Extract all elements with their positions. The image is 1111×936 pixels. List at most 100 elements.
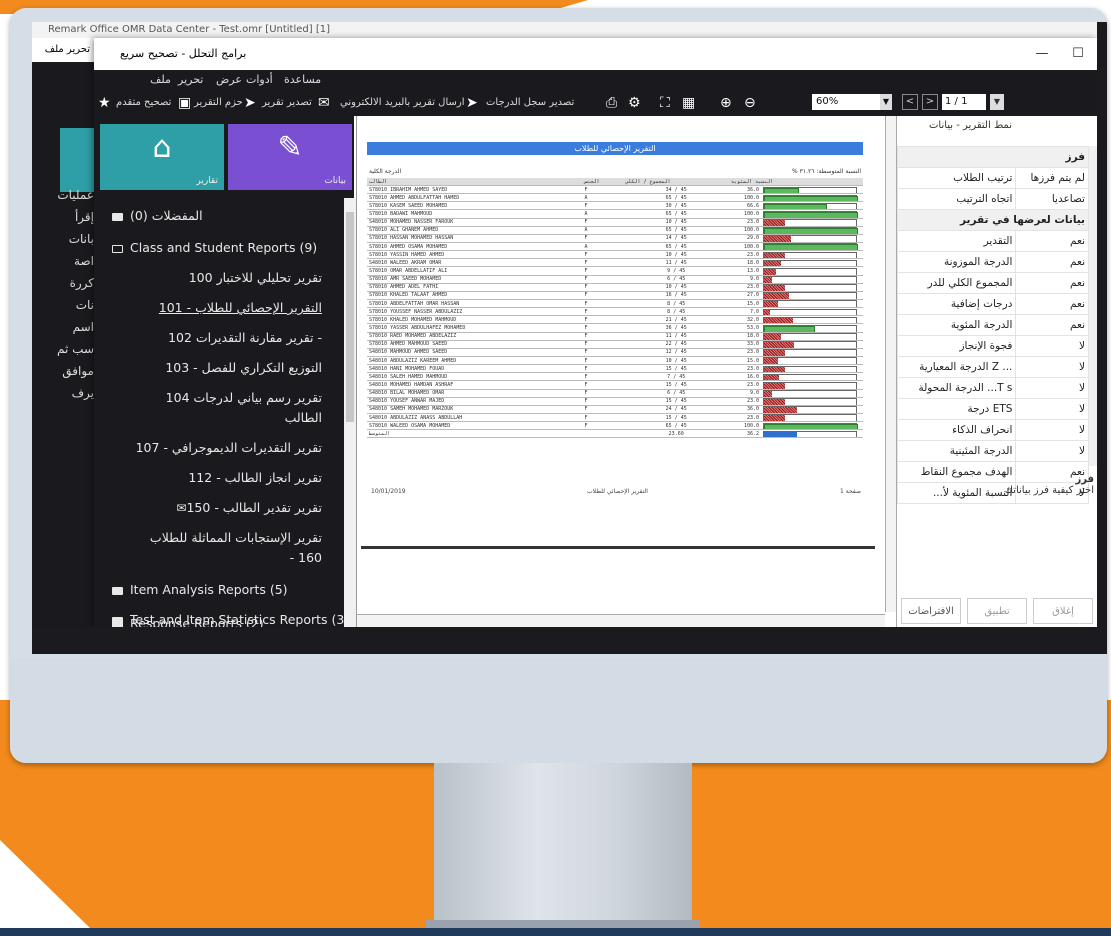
- student-percent: 100.0: [729, 226, 863, 235]
- student-gender: F: [582, 218, 624, 227]
- property-row[interactable]: ترتيب الطلاب لم يتم فرزها: [896, 167, 1089, 189]
- property-value[interactable]: لم يتم فرزها: [1015, 167, 1089, 189]
- property-value[interactable]: لا: [1015, 419, 1089, 441]
- report-pack-button[interactable]: حزم التقرير: [194, 90, 243, 116]
- tree-report[interactable]: تقرير انجاز الطالب - 112: [188, 470, 322, 485]
- pack-icon[interactable]: ▣: [178, 90, 191, 116]
- prev-page-button[interactable]: <: [902, 94, 918, 110]
- tree-report[interactable]: تقرير تحليلي للاختبار 100: [189, 270, 322, 285]
- student-percent: 23.0: [729, 348, 863, 357]
- tree-report[interactable]: تقرير رسم بياني لدرجات 104: [166, 390, 322, 405]
- tree-response-reports[interactable]: Response Reports (2): [112, 616, 264, 627]
- close-button[interactable]: إغلاق: [1033, 598, 1093, 624]
- tree-report[interactable]: تقرير التقديرات الديموجرافي - 107: [136, 440, 322, 455]
- tree-label: المفضلات (0): [130, 208, 203, 223]
- property-value[interactable]: لا: [1015, 377, 1089, 399]
- chevron-down-icon[interactable]: ▼: [990, 94, 1004, 110]
- property-description: فرز اختر كيفية فرز بياناتك: [897, 474, 1097, 496]
- tree-item-analysis[interactable]: Item Analysis Reports (5): [112, 582, 288, 597]
- maximize-button[interactable]: ☐: [1060, 38, 1096, 70]
- zoom-out-icon[interactable]: ⊖: [744, 90, 756, 116]
- email-report-button[interactable]: ارسال تقرير بالبريد الالكتروني: [340, 90, 464, 116]
- menu-help[interactable]: مساعدة: [284, 70, 321, 90]
- property-row[interactable]: T s... الدرجة المحولة لا: [896, 377, 1089, 399]
- scroll-thumb[interactable]: [346, 212, 354, 422]
- tree-report[interactable]: - تقرير مقارنة التقديرات 102: [168, 330, 322, 345]
- student-name: S48010 YOUSEF ANWAR MAJED: [367, 397, 583, 406]
- arrow-icon[interactable]: ➤: [466, 90, 478, 116]
- star-icon[interactable]: ★: [98, 90, 111, 116]
- property-value[interactable]: تصاعديا: [1015, 188, 1089, 210]
- back-home-tile[interactable]: [60, 128, 94, 192]
- report-column-header: النسبة المئوية: [729, 178, 863, 186]
- property-row[interactable]: فجوة الإنجاز لا: [896, 335, 1089, 357]
- property-value[interactable]: لا: [1015, 398, 1089, 420]
- property-row[interactable]: الدرجة المئوية نعم: [896, 314, 1089, 336]
- data-tile-label: بيانات: [324, 176, 346, 186]
- property-row[interactable]: اتجاه الترتيب تصاعديا: [896, 188, 1089, 210]
- tree-report[interactable]: 160 -: [290, 550, 322, 565]
- property-value[interactable]: نعم: [1015, 293, 1089, 315]
- property-value[interactable]: لا: [1015, 440, 1089, 462]
- property-row[interactable]: الدرجة المئينية لا: [896, 440, 1089, 462]
- properties-scrollbar[interactable]: [1089, 146, 1097, 466]
- property-value[interactable]: نعم: [1015, 230, 1089, 252]
- property-value[interactable]: نعم: [1015, 314, 1089, 336]
- tree-favorites[interactable]: المفضلات (0): [112, 208, 203, 223]
- tree-scrollbar[interactable]: [344, 198, 356, 627]
- zoom-select[interactable]: 60% ▼: [812, 94, 892, 110]
- menu-view[interactable]: عرض: [216, 70, 242, 90]
- preview-horizontal-scrollbar[interactable]: [357, 614, 885, 627]
- student-percent: 18.0: [729, 258, 863, 268]
- property-value[interactable]: نعم: [1015, 272, 1089, 294]
- arrow-icon[interactable]: ➤: [244, 90, 256, 116]
- property-name: T s... الدرجة المحولة: [896, 377, 1017, 399]
- property-row[interactable]: الدرجة الموزونة نعم: [896, 251, 1089, 273]
- property-row[interactable]: انحراف الذكاء لا: [896, 419, 1089, 441]
- data-tile[interactable]: ✎ بيانات: [228, 124, 352, 190]
- property-value[interactable]: نعم: [1015, 251, 1089, 273]
- student-gender: F: [582, 372, 624, 382]
- menu-file[interactable]: ملف: [150, 70, 171, 90]
- mail-icon[interactable]: ✉: [318, 90, 330, 116]
- zoom-in-icon[interactable]: ⊕: [720, 90, 732, 116]
- property-row[interactable]: ETS درجة لا: [896, 398, 1089, 420]
- fit-page-icon[interactable]: ⛶: [660, 90, 670, 116]
- reports-tile[interactable]: ⌂ تقارير: [100, 124, 224, 190]
- apply-button[interactable]: تطبيق: [967, 598, 1027, 624]
- tree-report[interactable]: التوزيع التكراري للفصل - 103: [165, 360, 322, 375]
- student-score: 11 / 45: [623, 332, 729, 341]
- tree-report[interactable]: تقرير الإستجابات المماثلة للطلاب: [150, 530, 322, 545]
- back-window-menu[interactable]: تحرير ملف: [32, 38, 94, 62]
- advanced-button[interactable]: تصحيح متقدم: [116, 90, 171, 116]
- student-gender: F: [582, 356, 624, 366]
- percent-value: 23.0: [746, 398, 759, 405]
- menu-tools[interactable]: أدوات: [246, 70, 273, 90]
- percent-bar-track: [763, 422, 858, 429]
- property-row[interactable]: ... Z الدرجة المعيارية لا: [896, 356, 1089, 378]
- export-grades-button[interactable]: تصدير سجل الدرجات: [486, 90, 574, 116]
- property-row[interactable]: التقدير نعم: [896, 230, 1089, 252]
- percent-bar: [764, 301, 778, 307]
- properties-header: نمط التقرير - بيانات: [928, 120, 1012, 131]
- chevron-down-icon[interactable]: ▼: [880, 94, 892, 110]
- property-value[interactable]: لا: [1015, 335, 1089, 357]
- print-icon[interactable]: ⎙: [606, 90, 617, 116]
- grid-icon[interactable]: ▦: [682, 90, 695, 116]
- report-row: S78010 KASEM SAEED MOHAMED F 30 / 45 66.6: [367, 201, 863, 211]
- next-page-button[interactable]: >: [922, 94, 938, 110]
- property-row[interactable]: المجموع الكلي للدر نعم: [896, 272, 1089, 294]
- tree-class-reports[interactable]: Class and Student Reports (9): [112, 240, 317, 255]
- tree-report[interactable]: الطالب: [285, 410, 322, 425]
- defaults-button[interactable]: الافتراضات: [901, 598, 961, 624]
- property-value[interactable]: لا: [1015, 356, 1089, 378]
- page-value[interactable]: 1 / 1: [942, 94, 986, 110]
- tree-report[interactable]: تقرير تقدير الطالب - 150✉: [170, 500, 322, 515]
- property-row[interactable]: درجات إضافية نعم: [896, 293, 1089, 315]
- percent-value: 100.0: [743, 243, 759, 250]
- tree-report-selected[interactable]: التقرير الإحصائي للطلاب - 101: [159, 300, 322, 315]
- settings-icon[interactable]: ⚙: [628, 90, 641, 116]
- minimize-button[interactable]: —: [1024, 38, 1060, 70]
- export-report-button[interactable]: تصدير تقرير: [262, 90, 312, 116]
- menu-edit[interactable]: تحرير: [178, 70, 203, 90]
